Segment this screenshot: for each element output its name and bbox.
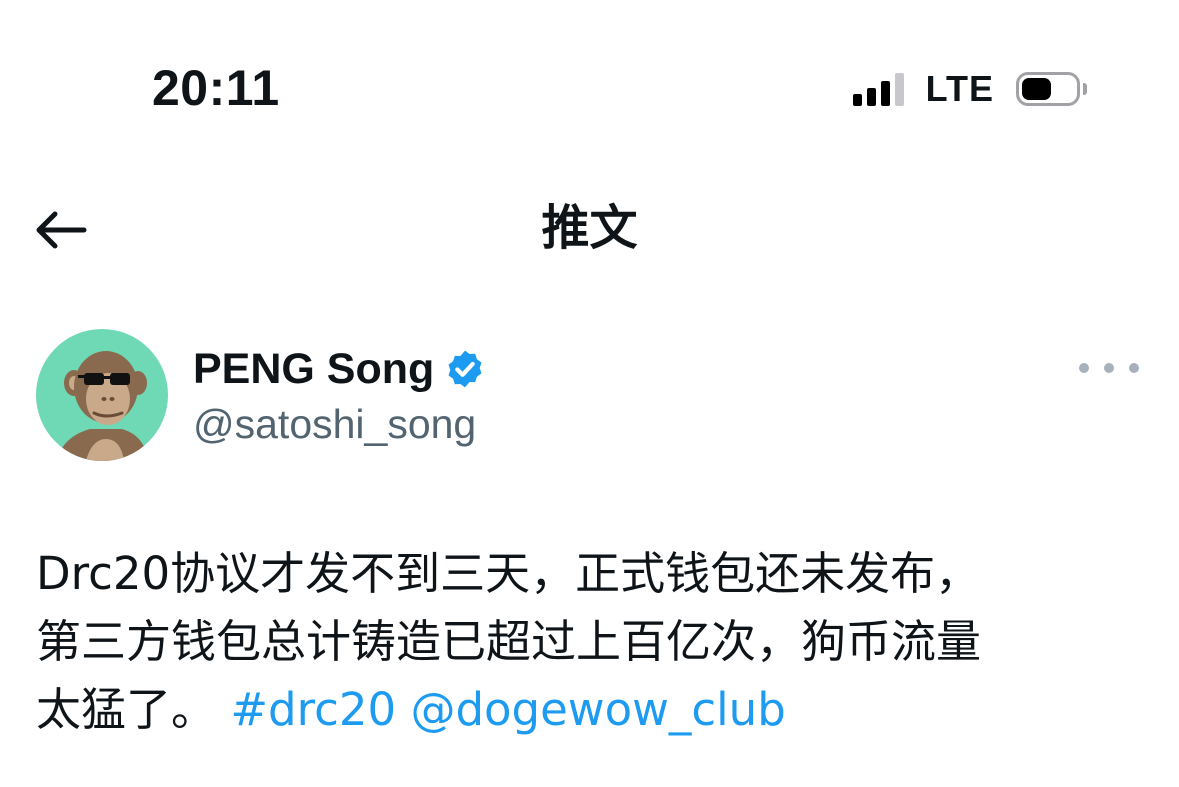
author-name-row[interactable]: PENG Song — [193, 342, 486, 396]
tweet-text: Drc20协议才发不到三天，正式钱包还未发布， 第三方钱包总计铸造已超过上百亿次… — [36, 540, 1146, 744]
network-type: LTE — [925, 68, 994, 109]
author-name[interactable]: PENG Song — [193, 342, 434, 396]
more-horizontal-icon — [1079, 363, 1089, 373]
tweet-line: Drc20协议才发不到三天，正式钱包还未发布， — [36, 547, 981, 600]
verified-badge-icon — [448, 350, 482, 388]
battery-level — [1022, 78, 1051, 100]
status-indicators: LTE — [852, 64, 1087, 114]
avatar[interactable] — [36, 329, 168, 461]
battery-icon — [1016, 72, 1087, 106]
cellular-signal-icon — [852, 72, 904, 106]
mention-link[interactable]: @dogewow_club — [410, 683, 785, 736]
page-title: 推文 — [541, 200, 638, 256]
ape-avatar-image — [56, 351, 148, 461]
tweet-line: 第三方钱包总计铸造已超过上百亿次，狗币流量 — [36, 615, 982, 668]
hashtag-link[interactable]: #drc20 — [230, 683, 396, 736]
tweet-line: 太猛了。 #drc20 @dogewow_club — [36, 676, 1146, 744]
more-options-button[interactable] — [1079, 350, 1139, 386]
status-time: 20:11 — [152, 60, 280, 116]
tweet-line-text: 太猛了。 — [36, 683, 217, 736]
author-handle[interactable]: @satoshi_song — [193, 398, 476, 450]
